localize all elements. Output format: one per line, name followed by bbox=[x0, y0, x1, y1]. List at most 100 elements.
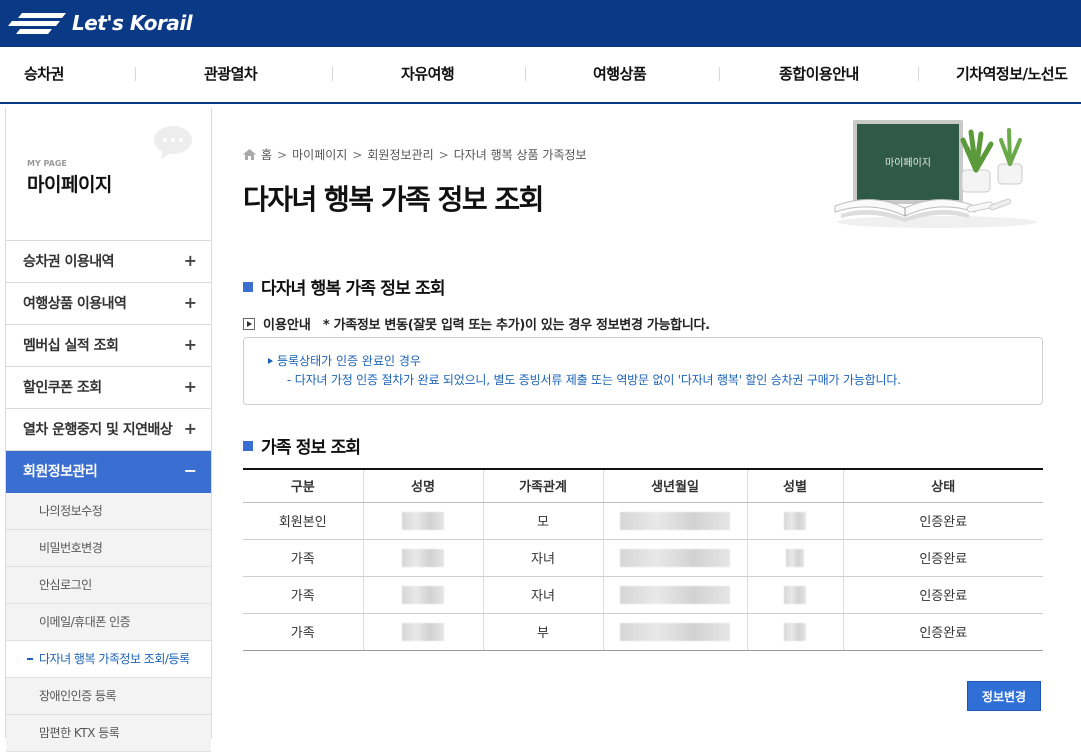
sidebar-item-member-info[interactable]: 회원정보관리 − bbox=[6, 451, 211, 493]
nav-travel-products[interactable]: 여행상품 bbox=[593, 47, 647, 102]
nav-separator bbox=[918, 67, 919, 81]
breadcrumb-home[interactable]: 홈 bbox=[261, 146, 272, 163]
page-title: 다자녀 행복 가족 정보 조회 bbox=[243, 183, 544, 216]
cell-name-redacted bbox=[362, 613, 483, 651]
sidebar-item-label: 멤버십 실적 조회 bbox=[23, 338, 119, 354]
table-row: 회원본인 모 인증완료 bbox=[243, 502, 1043, 540]
col-header-name: 성명 bbox=[362, 468, 483, 503]
breadcrumb-member-info[interactable]: 회원정보관리 bbox=[367, 146, 433, 163]
change-info-button[interactable]: 정보변경 bbox=[967, 681, 1041, 711]
table-row: 가족 자녀 인증완료 bbox=[243, 576, 1043, 614]
cell-type: 가족 bbox=[243, 539, 363, 577]
mypage-illustration: 마이페이지 bbox=[834, 120, 1037, 228]
expand-icon[interactable]: + bbox=[184, 241, 197, 281]
sidebar-item-label: 승차권 이용내역 bbox=[23, 254, 115, 270]
submenu-item-change-password[interactable]: 비밀번호변경 bbox=[6, 530, 211, 567]
cell-type: 가족 bbox=[243, 613, 363, 651]
cell-relation: 부 bbox=[482, 613, 603, 651]
info-box: 등록상태가 인증 완료인 경우 - 다자녀 가정 인증 절차가 완료 되었으니,… bbox=[243, 337, 1043, 405]
top-bar: Let's Korail bbox=[0, 0, 1081, 47]
expand-icon[interactable]: + bbox=[184, 409, 197, 449]
col-header-birthdate: 생년월일 bbox=[602, 468, 747, 503]
cell-birthdate-redacted bbox=[602, 539, 747, 577]
sidebar-item-product-history[interactable]: 여행상품 이용내역 + bbox=[6, 283, 211, 325]
col-header-type: 구분 bbox=[243, 468, 363, 503]
cell-birthdate-redacted bbox=[602, 613, 747, 651]
col-header-gender: 성별 bbox=[746, 468, 843, 503]
cell-gender-redacted bbox=[746, 613, 843, 651]
submenu-item-ktx-register[interactable]: 맘편한 KTX 등록 bbox=[6, 715, 211, 752]
nav-guide[interactable]: 종합이용안내 bbox=[779, 47, 859, 102]
submenu-item-label: 비밀번호변경 bbox=[39, 541, 103, 555]
cell-relation: 자녀 bbox=[482, 576, 603, 614]
breadcrumb-separator-icon: > bbox=[438, 147, 449, 162]
nav-separator bbox=[135, 67, 136, 81]
chalkboard-text: 마이페이지 bbox=[885, 157, 931, 169]
nav-free-travel[interactable]: 자유여행 bbox=[401, 47, 455, 102]
sidebar-item-label: 회원정보관리 bbox=[23, 464, 98, 480]
sidebar-item-membership[interactable]: 멤버십 실적 조회 + bbox=[6, 325, 211, 367]
sidebar-item-coupons[interactable]: 할인쿠폰 조회 + bbox=[6, 367, 211, 409]
nav-tour-trains[interactable]: 관광열차 bbox=[204, 47, 258, 102]
submenu-item-label: 이메일/휴대폰 인증 bbox=[39, 615, 131, 629]
main-content: 홈 > 마이페이지 > 회원정보관리 > 다자녀 행복 상품 가족정보 다자녀 … bbox=[243, 108, 1043, 733]
nav-tickets[interactable]: 승차권 bbox=[24, 47, 64, 102]
collapse-icon[interactable]: − bbox=[184, 451, 197, 491]
info-line-1: 등록상태가 인증 완료인 경우 bbox=[268, 352, 421, 369]
expand-icon[interactable]: + bbox=[184, 325, 197, 365]
info-line-2: - 다자녀 가정 인증 절차가 완료 되었으니, 별도 증빙서류 제출 또는 역… bbox=[287, 373, 901, 387]
col-header-relation: 가족관계 bbox=[482, 468, 603, 503]
submenu-item-safe-login[interactable]: 안심로그인 bbox=[6, 567, 211, 604]
breadcrumb-mypage[interactable]: 마이페이지 bbox=[292, 146, 347, 163]
cell-relation: 자녀 bbox=[482, 539, 603, 577]
submenu-item-label: 맘편한 KTX 등록 bbox=[39, 726, 120, 740]
current-marker bbox=[27, 658, 33, 660]
nav-separator bbox=[719, 67, 720, 81]
usage-notice: 이용안내 * 가족정보 변동(잘못 입력 또는 추가)이 있는 경우 정보변경 … bbox=[243, 314, 710, 333]
breadcrumb-separator-icon: > bbox=[352, 147, 363, 162]
cell-gender-redacted bbox=[746, 539, 843, 577]
cell-name-redacted bbox=[362, 539, 483, 577]
notice-message: * 가족정보 변동(잘못 입력 또는 추가)이 있는 경우 정보변경 가능합니다… bbox=[322, 318, 710, 333]
cell-status: 인증완료 bbox=[842, 502, 1043, 540]
table-row: 가족 자녀 인증완료 bbox=[243, 539, 1043, 577]
nav-separator bbox=[332, 67, 333, 81]
cell-status: 인증완료 bbox=[842, 613, 1043, 651]
submenu-item-label: 나의정보수정 bbox=[39, 504, 103, 518]
submenu-item-label: 다자녀 행복 가족정보 조회/등록 bbox=[39, 652, 190, 666]
nav-station-info[interactable]: 기차역정보/노선도 bbox=[956, 47, 1068, 102]
speech-bubble-icon bbox=[154, 126, 192, 159]
sidebar-header: MY PAGE 마이페이지 bbox=[6, 108, 211, 241]
submenu-item-edit-info[interactable]: 나의정보수정 bbox=[6, 493, 211, 530]
cell-gender-redacted bbox=[746, 576, 843, 614]
sidebar-item-delay-compensation[interactable]: 열차 운행중지 및 지연배상 + bbox=[6, 409, 211, 451]
submenu-item-disability-auth[interactable]: 장애인인증 등록 bbox=[6, 678, 211, 715]
expand-icon[interactable]: + bbox=[184, 367, 197, 407]
breadcrumb-current: 다자녀 행복 상품 가족정보 bbox=[453, 148, 587, 162]
sidebar-submenu: 나의정보수정 비밀번호변경 안심로그인 이메일/휴대폰 인증 다자녀 행복 가족… bbox=[6, 493, 211, 752]
submenu-item-email-phone-auth[interactable]: 이메일/휴대폰 인증 bbox=[6, 604, 211, 641]
sidebar-item-label: 할인쿠폰 조회 bbox=[23, 380, 102, 396]
home-icon[interactable] bbox=[243, 149, 256, 160]
table-row: 가족 부 인증완료 bbox=[243, 613, 1043, 651]
section-title-text: 다자녀 행복 가족 정보 조회 bbox=[261, 279, 446, 299]
cell-type: 회원본인 bbox=[243, 502, 363, 540]
brand-name: Let's Korail bbox=[72, 11, 193, 35]
main-nav: 승차권 관광열차 자유여행 여행상품 종합이용안내 기차역정보/노선도 bbox=[0, 47, 1081, 104]
submenu-item-family-info[interactable]: 다자녀 행복 가족정보 조회/등록 bbox=[6, 641, 211, 678]
sidebar-menu: 승차권 이용내역 + 여행상품 이용내역 + 멤버십 실적 조회 + 할인쿠폰 … bbox=[6, 241, 211, 493]
cell-type: 가족 bbox=[243, 576, 363, 614]
family-info-table: 구분 성명 가족관계 생년월일 성별 상태 회원본인 모 인증완료 가족 자녀 bbox=[243, 468, 1043, 651]
cell-relation: 모 bbox=[482, 502, 603, 540]
cell-birthdate-redacted bbox=[602, 502, 747, 540]
sidebar-item-ticket-history[interactable]: 승차권 이용내역 + bbox=[6, 241, 211, 283]
nav-separator bbox=[525, 67, 526, 81]
cell-birthdate-redacted bbox=[602, 576, 747, 614]
sidebar: MY PAGE 마이페이지 승차권 이용내역 + 여행상품 이용내역 + 멤버십… bbox=[5, 108, 212, 752]
sidebar-item-label: 열차 운행중지 및 지연배상 bbox=[23, 422, 173, 438]
notice-lead: 이용안내 bbox=[263, 318, 311, 333]
submenu-item-label: 안심로그인 bbox=[39, 578, 92, 592]
expand-icon[interactable]: + bbox=[184, 283, 197, 323]
korail-logo[interactable]: Let's Korail bbox=[8, 9, 193, 37]
bullet-square-icon bbox=[243, 440, 253, 451]
